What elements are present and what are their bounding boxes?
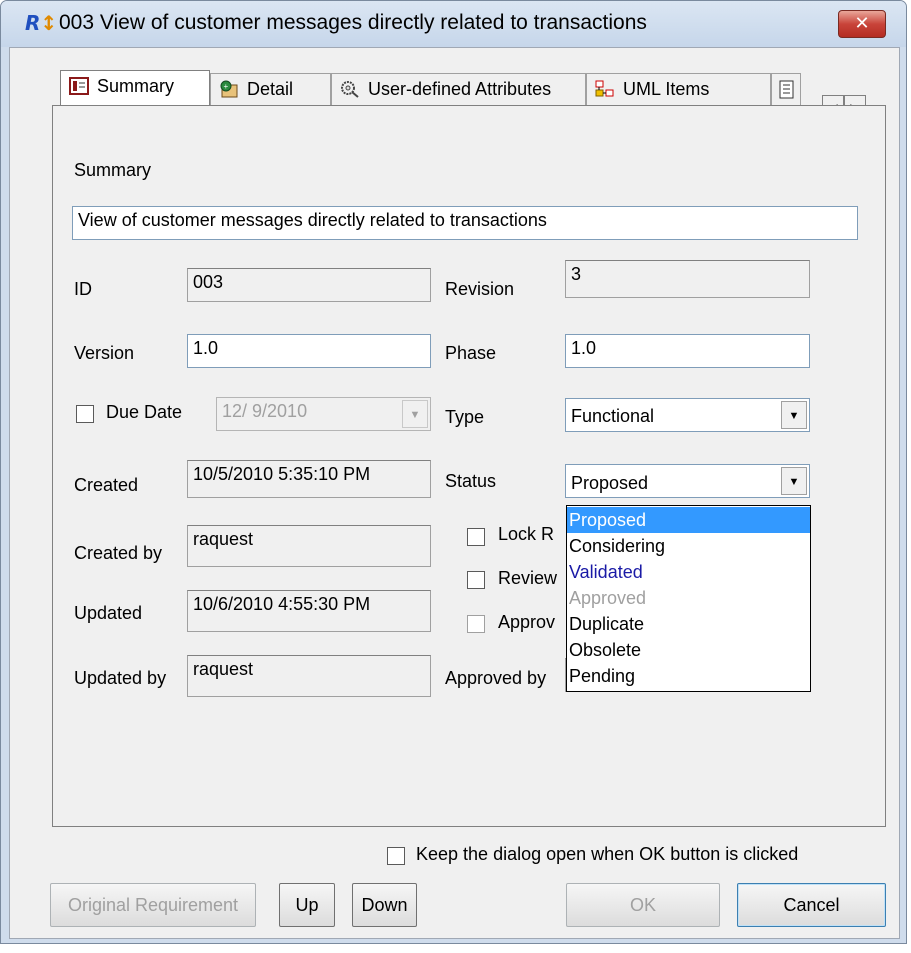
phase-label: Phase <box>445 343 497 363</box>
lock-label: Lock R <box>498 524 555 544</box>
status-select[interactable]: Proposed ▼ <box>565 464 810 498</box>
status-option-considering[interactable]: Considering <box>567 533 810 559</box>
uml-icon <box>595 80 614 97</box>
due-date-label: Due Date <box>106 402 183 422</box>
summary-field[interactable]: View of customer messages directly relat… <box>72 206 858 240</box>
chevron-down-icon: ▼ <box>402 400 428 428</box>
id-field: 003 <box>187 268 431 302</box>
version-field[interactable]: 1.0 <box>187 334 431 368</box>
document-icon <box>779 80 794 99</box>
type-select[interactable]: Functional ▼ <box>565 398 810 432</box>
down-button[interactable]: Down <box>352 883 417 927</box>
review-label: Review <box>498 568 558 588</box>
revision-label: Revision <box>445 279 515 299</box>
tab-detail[interactable]: + Detail <box>210 73 331 105</box>
status-option-obsolete[interactable]: Obsolete <box>567 637 810 663</box>
tab-detail-label: Detail <box>247 79 294 99</box>
phase-field[interactable]: 1.0 <box>565 334 810 368</box>
status-option-approved: Approved <box>569 588 647 608</box>
app-logo-icon: R↕ <box>25 11 58 35</box>
tab-uml-items[interactable]: UML Items <box>586 73 771 105</box>
due-date-value: 12/ 9/2010 <box>222 401 308 421</box>
created-by-field: raquest <box>187 525 431 567</box>
ok-button: OK <box>566 883 720 927</box>
status-value: Proposed <box>571 473 649 493</box>
version-label: Version <box>74 343 135 363</box>
chevron-down-icon[interactable]: ▼ <box>781 401 807 429</box>
window-title: 003 View of customer messages directly r… <box>59 11 647 34</box>
status-option-pending[interactable]: Pending <box>567 663 810 689</box>
tab-uml-items-label: UML Items <box>623 79 710 99</box>
approve-checkbox <box>467 615 485 633</box>
status-option-validated[interactable]: Validated <box>567 559 810 585</box>
detail-icon: + <box>220 80 238 98</box>
due-date-picker: 12/ 9/2010 ▼ <box>216 397 431 431</box>
summary-icon <box>69 77 89 95</box>
type-value: Functional <box>571 406 655 426</box>
updated-field: 10/6/2010 4:55:30 PM <box>187 590 431 632</box>
attributes-icon <box>341 81 359 98</box>
created-field: 10/5/2010 5:35:10 PM <box>187 460 431 498</box>
status-option-duplicate[interactable]: Duplicate <box>567 611 810 637</box>
approved-by-label: Approved by <box>445 668 547 688</box>
status-label: Status <box>445 471 497 491</box>
tab-user-defined-attributes[interactable]: User-defined Attributes <box>331 73 586 105</box>
tab-user-defined-attributes-label: User-defined Attributes <box>368 79 552 99</box>
summary-section-label: Summary <box>74 160 152 180</box>
due-date-checkbox[interactable] <box>76 405 94 423</box>
chevron-down-icon[interactable]: ▼ <box>781 467 807 495</box>
type-label: Type <box>445 407 485 427</box>
cancel-button[interactable]: Cancel <box>737 883 886 927</box>
updated-label: Updated <box>74 603 143 623</box>
svg-text:+: + <box>224 82 229 91</box>
keep-open-checkbox[interactable] <box>387 847 405 865</box>
created-label: Created <box>74 475 139 495</box>
keep-open-label: Keep the dialog open when OK button is c… <box>416 844 799 864</box>
up-button[interactable]: Up <box>279 883 335 927</box>
approve-label: Approv <box>498 612 556 632</box>
title-bar[interactable]: R↕ 003 View of customer messages directl… <box>1 1 906 47</box>
updated-by-label: Updated by <box>74 668 167 688</box>
id-label: ID <box>74 279 92 299</box>
original-requirement-button: Original Requirement <box>50 883 256 927</box>
tab-overflow[interactable] <box>771 73 801 105</box>
lock-checkbox[interactable] <box>467 528 485 546</box>
created-by-label: Created by <box>74 543 163 563</box>
tab-summary-label: Summary <box>97 76 175 96</box>
status-option-proposed[interactable]: Proposed <box>567 507 810 533</box>
revision-field: 3 <box>565 260 810 298</box>
review-checkbox[interactable] <box>467 571 485 589</box>
updated-by-field: raquest <box>187 655 431 697</box>
status-dropdown-list: Proposed Considering Validated Approved … <box>566 505 811 692</box>
tab-summary[interactable]: Summary <box>60 70 210 106</box>
close-button[interactable]: ✕ <box>838 10 886 38</box>
